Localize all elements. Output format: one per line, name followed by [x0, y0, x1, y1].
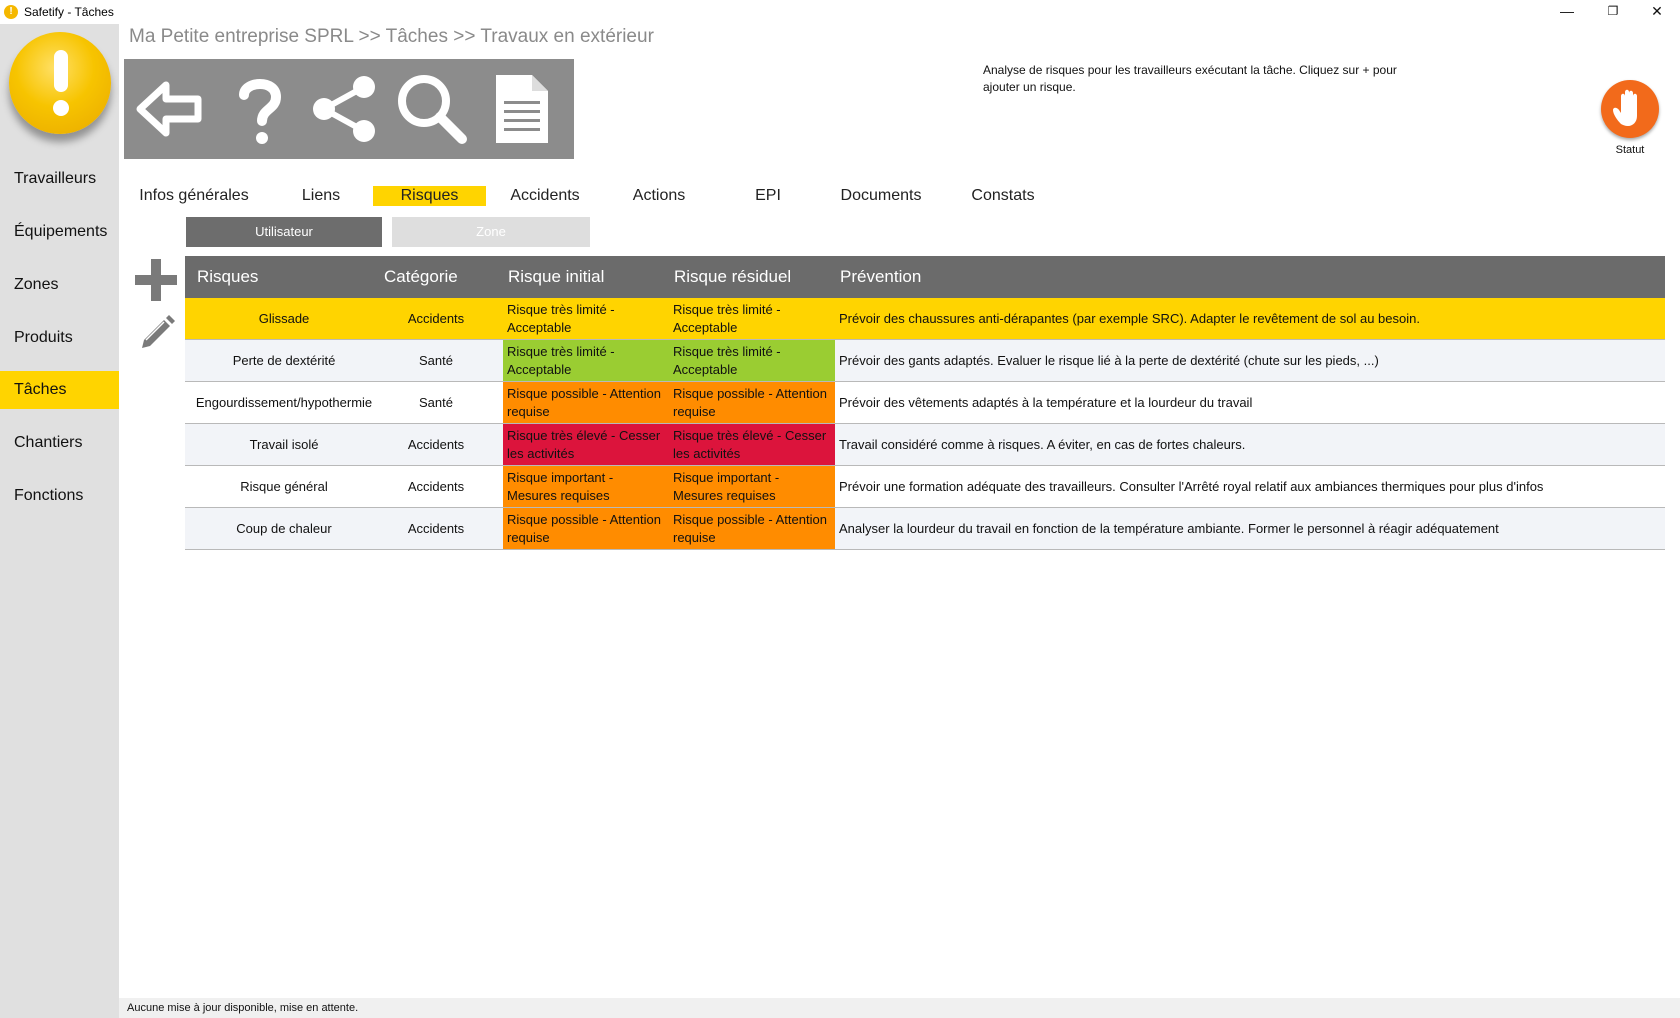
prevention-cell: Travail considéré comme à risques. A évi… [839, 437, 1246, 452]
status-button[interactable] [1601, 80, 1659, 138]
table-row[interactable]: Risque général Accidents Risque important … [185, 466, 1665, 508]
table-row[interactable]: Engourdissement/hypothermie Santé Risque p… [185, 382, 1665, 424]
tab-accidents[interactable]: Accidents [505, 186, 585, 206]
residual-risk-cell: Risque possible - Attention requise [669, 508, 835, 549]
risk-cell: Risque général [240, 479, 328, 494]
initial-risk-cell: Risque possible - Attention requise [503, 508, 669, 549]
risks-table: Risques Catégorie Risque initial Risque … [185, 256, 1665, 550]
residual-risk-cell: Risque très élevé - Cesser les activités [669, 424, 835, 465]
tab-liens[interactable]: Liens [296, 186, 346, 206]
tab-constats[interactable]: Constats [967, 186, 1039, 206]
header-risque-initial[interactable]: Risque initial [508, 256, 604, 298]
category-cell: Accidents [407, 479, 465, 494]
app-icon: ! [4, 5, 18, 19]
prevention-cell: Prévoir des gants adaptés. Evaluer le ri… [839, 353, 1379, 368]
prevention-cell: Analyser la lourdeur du travail en fonct… [839, 521, 1499, 536]
tab-infos-generales[interactable]: Infos générales [139, 186, 249, 206]
prevention-cell: Prévoir des chaussures anti-dérapantes (… [839, 311, 1420, 326]
status-bar: Aucune mise à jour disponible, mise en a… [119, 998, 1680, 1018]
prevention-cell: Prévoir des vêtements adaptés à la tempé… [839, 395, 1253, 410]
category-cell: Santé [419, 395, 453, 410]
tab-risques[interactable]: Risques [373, 186, 486, 206]
status-label: Statut [1615, 144, 1645, 156]
sidebar-item-fonctions[interactable]: Fonctions [0, 477, 119, 515]
window-title: Safetify - Tâches [24, 5, 114, 19]
table-header: Risques Catégorie Risque initial Risque … [185, 256, 1665, 298]
back-arrow-icon[interactable] [132, 69, 212, 149]
initial-risk-cell: Risque possible - Attention requise [503, 382, 669, 423]
initial-risk-cell: Risque très élevé - Cesser les activités [503, 424, 669, 465]
prevention-cell: Prévoir une formation adéquate des trava… [839, 479, 1544, 494]
residual-risk-cell: Risque possible - Attention requise [669, 382, 835, 423]
help-hint: Analyse de risques pour les travailleurs… [983, 63, 1397, 94]
sidebar-item-zones[interactable]: Zones [0, 266, 119, 304]
table-row[interactable]: Glissade Accidents Risque très limité - Ac… [185, 298, 1665, 340]
sidebar-item-produits[interactable]: Produits [0, 319, 119, 357]
header-prevention[interactable]: Prévention [840, 256, 921, 298]
risk-cell: Glissade [258, 311, 310, 326]
tab-epi[interactable]: EPI [750, 186, 786, 206]
sidebar-item-taches[interactable]: Tâches [0, 371, 119, 409]
risk-cell: Coup de chaleur [236, 521, 332, 536]
stop-hand-icon [1613, 89, 1637, 126]
close-button[interactable]: ✕ [1634, 0, 1680, 24]
restore-button[interactable]: ❐ [1590, 0, 1636, 24]
category-cell: Accidents [407, 311, 465, 326]
risk-cell: Perte de dextérité [232, 353, 336, 368]
breadcrumb: Ma Petite entreprise SPRL >> Tâches >> T… [129, 26, 654, 47]
residual-risk-cell: Risque très limité - Acceptable [669, 340, 835, 381]
initial-risk-cell: Risque important - Mesures requises [503, 466, 669, 507]
table-row[interactable]: Perte de dextérité Santé Risque très limit… [185, 340, 1665, 382]
header-risques[interactable]: Risques [197, 256, 258, 298]
header-categorie[interactable]: Catégorie [384, 256, 458, 298]
minimize-button[interactable]: — [1544, 0, 1590, 24]
subtab-zone[interactable]: Zone [392, 217, 590, 247]
tab-actions[interactable]: Actions [625, 186, 693, 206]
sidebar-item-travailleurs[interactable]: Travailleurs [0, 160, 119, 198]
search-icon[interactable] [392, 69, 472, 149]
header-risque-residuel[interactable]: Risque résiduel [674, 256, 791, 298]
category-cell: Accidents [407, 521, 465, 536]
risk-cell: Travail isolé [249, 437, 319, 452]
sidebar-item-chantiers[interactable]: Chantiers [0, 424, 119, 462]
category-cell: Santé [419, 353, 453, 368]
category-cell: Accidents [407, 437, 465, 452]
sidebar: Travailleurs Équipements Zones Produits … [0, 24, 119, 1018]
risk-cell: Engourdissement/hypothermie [195, 395, 373, 410]
help-icon[interactable] [220, 69, 300, 149]
residual-risk-cell: Risque important - Mesures requises [669, 466, 835, 507]
residual-risk-cell: Risque très limité - Acceptable [673, 301, 781, 335]
toolbar [124, 59, 574, 159]
title-bar: ! Safetify - Tâches — ❐ ✕ [0, 0, 1680, 24]
initial-risk-cell: Risque très limité - Acceptable [503, 340, 669, 381]
share-icon[interactable] [306, 69, 386, 149]
document-icon[interactable] [482, 69, 562, 149]
safetify-logo-icon [9, 32, 111, 134]
initial-risk-cell: Risque très limité - Acceptable [507, 301, 615, 335]
subtab-utilisateur[interactable]: Utilisateur [186, 217, 382, 247]
add-risk-icon[interactable] [133, 257, 179, 303]
table-row[interactable]: Coup de chaleur Accidents Risque possible … [185, 508, 1665, 550]
tab-documents[interactable]: Documents [836, 186, 926, 206]
table-row[interactable]: Travail isolé Accidents Risque très élevé … [185, 424, 1665, 466]
sidebar-item-equipements[interactable]: Équipements [0, 213, 119, 251]
edit-pencil-icon[interactable] [138, 312, 176, 350]
